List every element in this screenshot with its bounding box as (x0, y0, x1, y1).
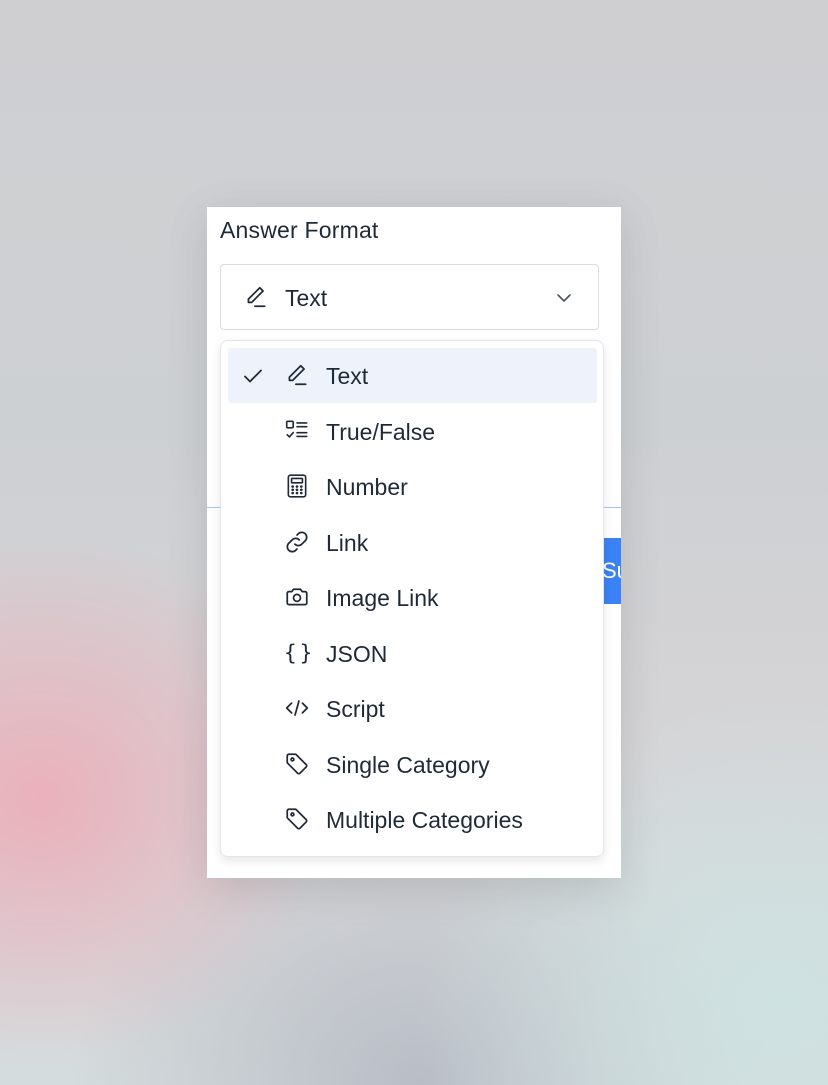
check-icon (242, 365, 264, 387)
pencil-icon (243, 284, 269, 310)
select-value: Text (285, 285, 328, 311)
tag-icon (284, 751, 310, 777)
option-multiple-categories[interactable]: Multiple Categories (228, 792, 597, 847)
tag-icon (284, 806, 310, 832)
option-label: JSON (326, 641, 388, 667)
option-image-link[interactable]: Image Link (228, 570, 597, 625)
option-label: Number (326, 474, 408, 500)
option-label: Single Category (326, 752, 490, 778)
option-single-category[interactable]: Single Category (228, 737, 597, 792)
option-label: Text (326, 363, 369, 389)
option-json[interactable]: {} JSON (228, 626, 597, 681)
submit-button-label: Su (604, 558, 621, 583)
answer-format-select[interactable]: Text (220, 264, 599, 330)
code-icon (284, 695, 310, 721)
submit-button[interactable]: Su (604, 538, 621, 604)
option-label: Multiple Categories (326, 807, 523, 833)
option-label: True/False (326, 419, 436, 445)
option-script[interactable]: Script (228, 681, 597, 736)
answer-format-panel: Answer Format Su Text (207, 207, 621, 878)
camera-icon (284, 584, 310, 610)
option-label: Image Link (326, 585, 439, 611)
option-link[interactable]: Link (228, 515, 597, 570)
option-label: Link (326, 530, 369, 556)
option-label: Script (326, 696, 385, 722)
option-number[interactable]: Number (228, 459, 597, 514)
option-true-false[interactable]: True/False (228, 404, 597, 459)
link-icon (284, 529, 310, 555)
braces-icon: {} (284, 641, 316, 665)
chevron-down-icon (554, 288, 574, 308)
calculator-icon (284, 473, 310, 499)
answer-format-dropdown: Text True/False Number Link Image Link {… (220, 340, 604, 857)
pencil-icon (284, 362, 310, 388)
panel-title: Answer Format (220, 217, 379, 243)
option-text[interactable]: Text (228, 348, 597, 403)
checklist-icon (284, 418, 310, 444)
